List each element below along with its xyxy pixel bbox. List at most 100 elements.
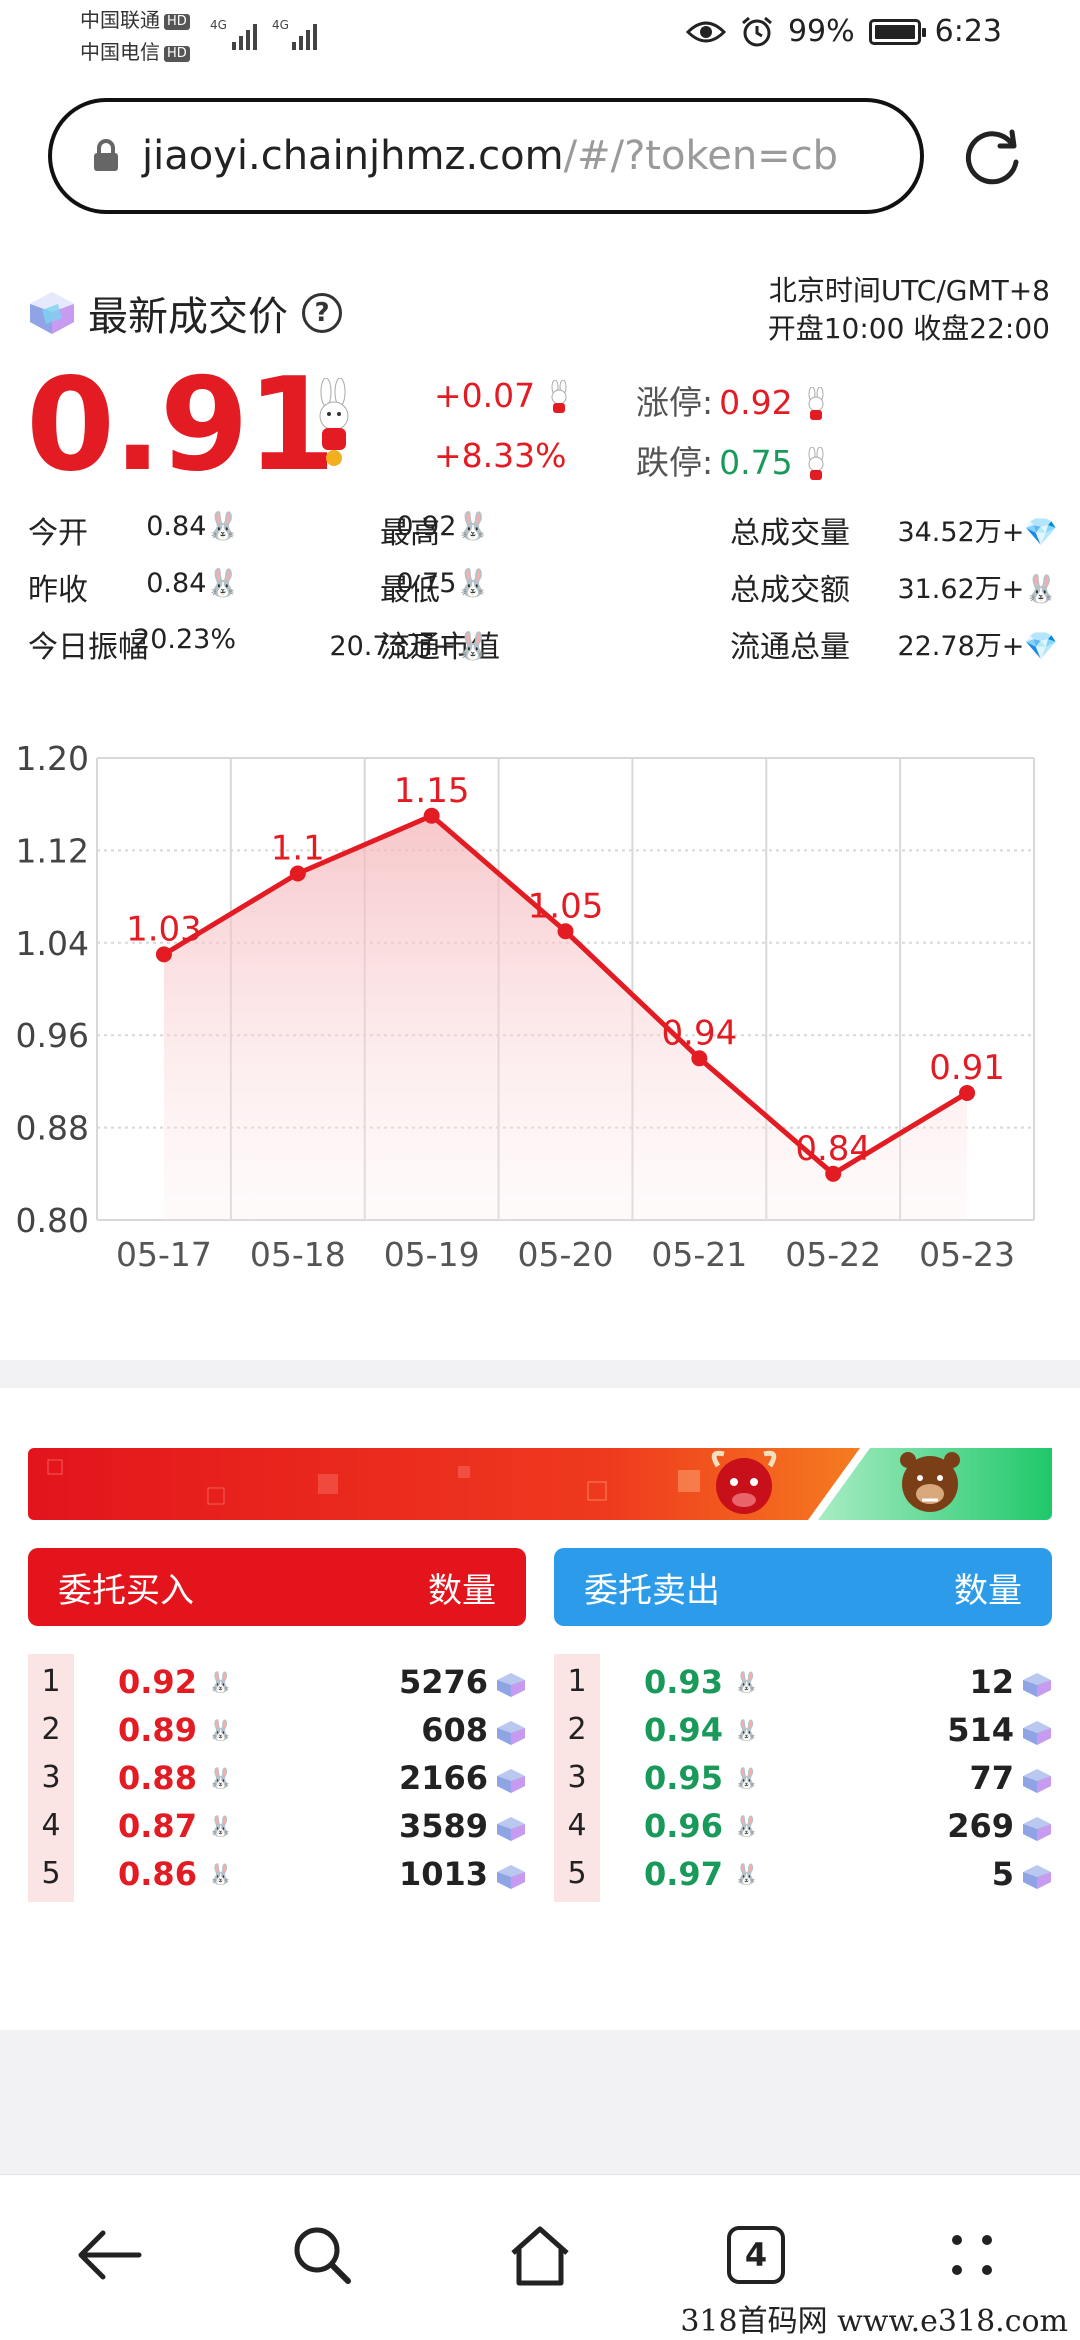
gem-icon [1023, 1865, 1051, 1889]
stat-value: 20.23% [133, 624, 236, 655]
order-quantity: 269 [947, 1807, 1014, 1845]
alarm-icon [741, 16, 772, 46]
gem-icon [497, 1721, 525, 1745]
carrier-1: 中国联通 HD [80, 8, 190, 32]
rabbit-mascot-icon: 🐰 [208, 1766, 233, 1790]
order-quantity: 5276 [398, 1663, 488, 1701]
section-divider [0, 1360, 1080, 1388]
carrier-2: 中国电信 HD [80, 40, 190, 64]
order-quantity: 3589 [398, 1807, 488, 1845]
latest-price-title: 最新成交价 [88, 294, 288, 340]
stat-label: 今日振幅 [28, 630, 148, 665]
data-label: 1.1 [271, 829, 325, 869]
rabbit-mascot-icon: 🐰 [734, 1814, 759, 1838]
buy-orders-title: 委托买入 [58, 1570, 194, 1611]
order-quantity: 608 [421, 1711, 488, 1749]
stat-label: 总成交量 [730, 516, 850, 551]
x-tick-label: 05-23 [919, 1235, 1015, 1274]
stat-value: 0.92🐰 [396, 511, 490, 542]
x-tick-label: 05-20 [518, 1235, 614, 1274]
rabbit-mascot-icon: 🐰 [208, 1718, 233, 1742]
menu-button[interactable] [932, 2215, 1012, 2295]
gem-icon [30, 292, 74, 334]
limit-up: 涨停: 0.92 [636, 376, 829, 424]
order-quantity: 1013 [398, 1855, 488, 1893]
timezone-label: 北京时间UTC/GMT+8 [768, 274, 1050, 307]
stats-row: 昨收 0.84🐰 最低 0.75🐰 总成交额 31.62万+🐰 [28, 557, 1058, 614]
order-price: 0.87 [118, 1807, 197, 1845]
stat-value: 34.52万+💎 [897, 517, 1058, 548]
buy-order-row: 5 0.86 🐰 1013 [28, 1846, 526, 1902]
data-label: 0.84 [795, 1129, 871, 1169]
network-type-1: 4G [210, 18, 227, 32]
gem-icon [1023, 1721, 1051, 1745]
gem-icon [1023, 1673, 1051, 1697]
order-price: 0.95 [644, 1759, 723, 1797]
data-label: 0.94 [662, 1013, 738, 1053]
eye-icon [685, 21, 726, 42]
stats-row: 今开 0.84🐰 最高 0.92🐰 总成交量 34.52万+💎 [28, 500, 1058, 557]
x-tick-label: 05-18 [250, 1235, 346, 1274]
sell-orders-header: 委托卖出 数量 [554, 1548, 1052, 1626]
data-label: 1.05 [528, 886, 604, 926]
stat-label: 今开 [28, 516, 88, 551]
help-icon[interactable]: ? [302, 293, 342, 333]
status-bar: 中国联通 HD 中国电信 HD 4G 4G 99% 6:23 [0, 0, 1080, 78]
order-price: 0.93 [644, 1663, 723, 1701]
stat-label: 总成交额 [730, 573, 850, 608]
sell-order-row: 5 0.97 🐰 5 [554, 1846, 1052, 1902]
stats-grid: 今开 0.84🐰 最高 0.92🐰 总成交量 34.52万+💎 昨收 0.84🐰… [28, 500, 1058, 671]
search-button[interactable] [282, 2215, 362, 2295]
y-tick-label: 1.04 [16, 924, 89, 963]
tabs-button[interactable]: 4 [716, 2215, 796, 2295]
network-type-2: 4G [272, 18, 289, 32]
rabbit-mascot-icon: 🐰 [734, 1862, 759, 1886]
battery-icon [868, 18, 926, 45]
stat-label: 流通总量 [730, 630, 850, 665]
sell-orders-title: 委托卖出 [584, 1570, 720, 1611]
reload-icon[interactable] [960, 124, 1026, 190]
order-price: 0.88 [118, 1759, 197, 1797]
order-price: 0.89 [118, 1711, 197, 1749]
y-tick-label: 0.96 [16, 1016, 89, 1055]
rabbit-mascot-icon: 🐰 [734, 1670, 759, 1694]
y-tick-label: 1.12 [16, 831, 89, 870]
y-tick-label: 1.20 [16, 739, 89, 778]
order-price: 0.97 [644, 1855, 723, 1893]
gem-icon [497, 1865, 525, 1889]
buy-orders-header: 委托买入 数量 [28, 1548, 526, 1626]
gem-icon [1023, 1817, 1051, 1841]
gem-icon [1023, 1769, 1051, 1793]
last-price: 0.91 [26, 351, 336, 500]
address-bar[interactable]: jiaoyi.chainjhmz.com/#/?token=cb [48, 98, 924, 214]
price-change-pct: +8.33% [434, 436, 567, 475]
gem-icon [497, 1673, 525, 1697]
gem-icon [497, 1817, 525, 1841]
arrow-left-icon [78, 2230, 142, 2280]
order-price: 0.92 [118, 1663, 197, 1701]
stats-row: 今日振幅 20.23% 流通市值 20.73万+🐰 流通总量 22.78万+💎 [28, 614, 1058, 671]
order-quantity: 77 [969, 1759, 1014, 1797]
stat-label: 昨收 [28, 573, 88, 608]
signal-icon [292, 20, 317, 50]
stat-value: 31.62万+🐰 [897, 574, 1058, 605]
data-label: 1.03 [126, 909, 202, 949]
rabbit-mascot-icon [808, 386, 824, 420]
url-text[interactable]: jiaoyi.chainjhmz.com/#/?token=cb [142, 133, 838, 179]
price-chart: 1.20 1.12 1.04 0.96 0.88 0.80 1.03 1.1 1.15 1.05 0… [16, 739, 1035, 1274]
home-button[interactable] [500, 2215, 580, 2295]
tab-count: 4 [727, 2226, 785, 2284]
back-button[interactable] [68, 2215, 148, 2295]
order-rank: 5 [28, 1846, 74, 1902]
market-hours: 北京时间UTC/GMT+8 开盘10:00 收盘22:00 [768, 272, 1050, 348]
x-tick-label: 05-17 [116, 1235, 212, 1274]
watermark: 318首码网 www.e318.com [674, 2296, 1074, 2340]
y-tick-label: 0.80 [16, 1201, 89, 1240]
rabbit-mascot-icon: 🐰 [734, 1718, 759, 1742]
data-label: 0.91 [929, 1048, 1005, 1088]
page-bottom-area [0, 2030, 1080, 2174]
gem-icon [497, 1769, 525, 1793]
quantity-label: 数量 [428, 1570, 496, 1611]
x-tick-label: 05-19 [384, 1235, 480, 1274]
order-quantity: 514 [947, 1711, 1014, 1749]
